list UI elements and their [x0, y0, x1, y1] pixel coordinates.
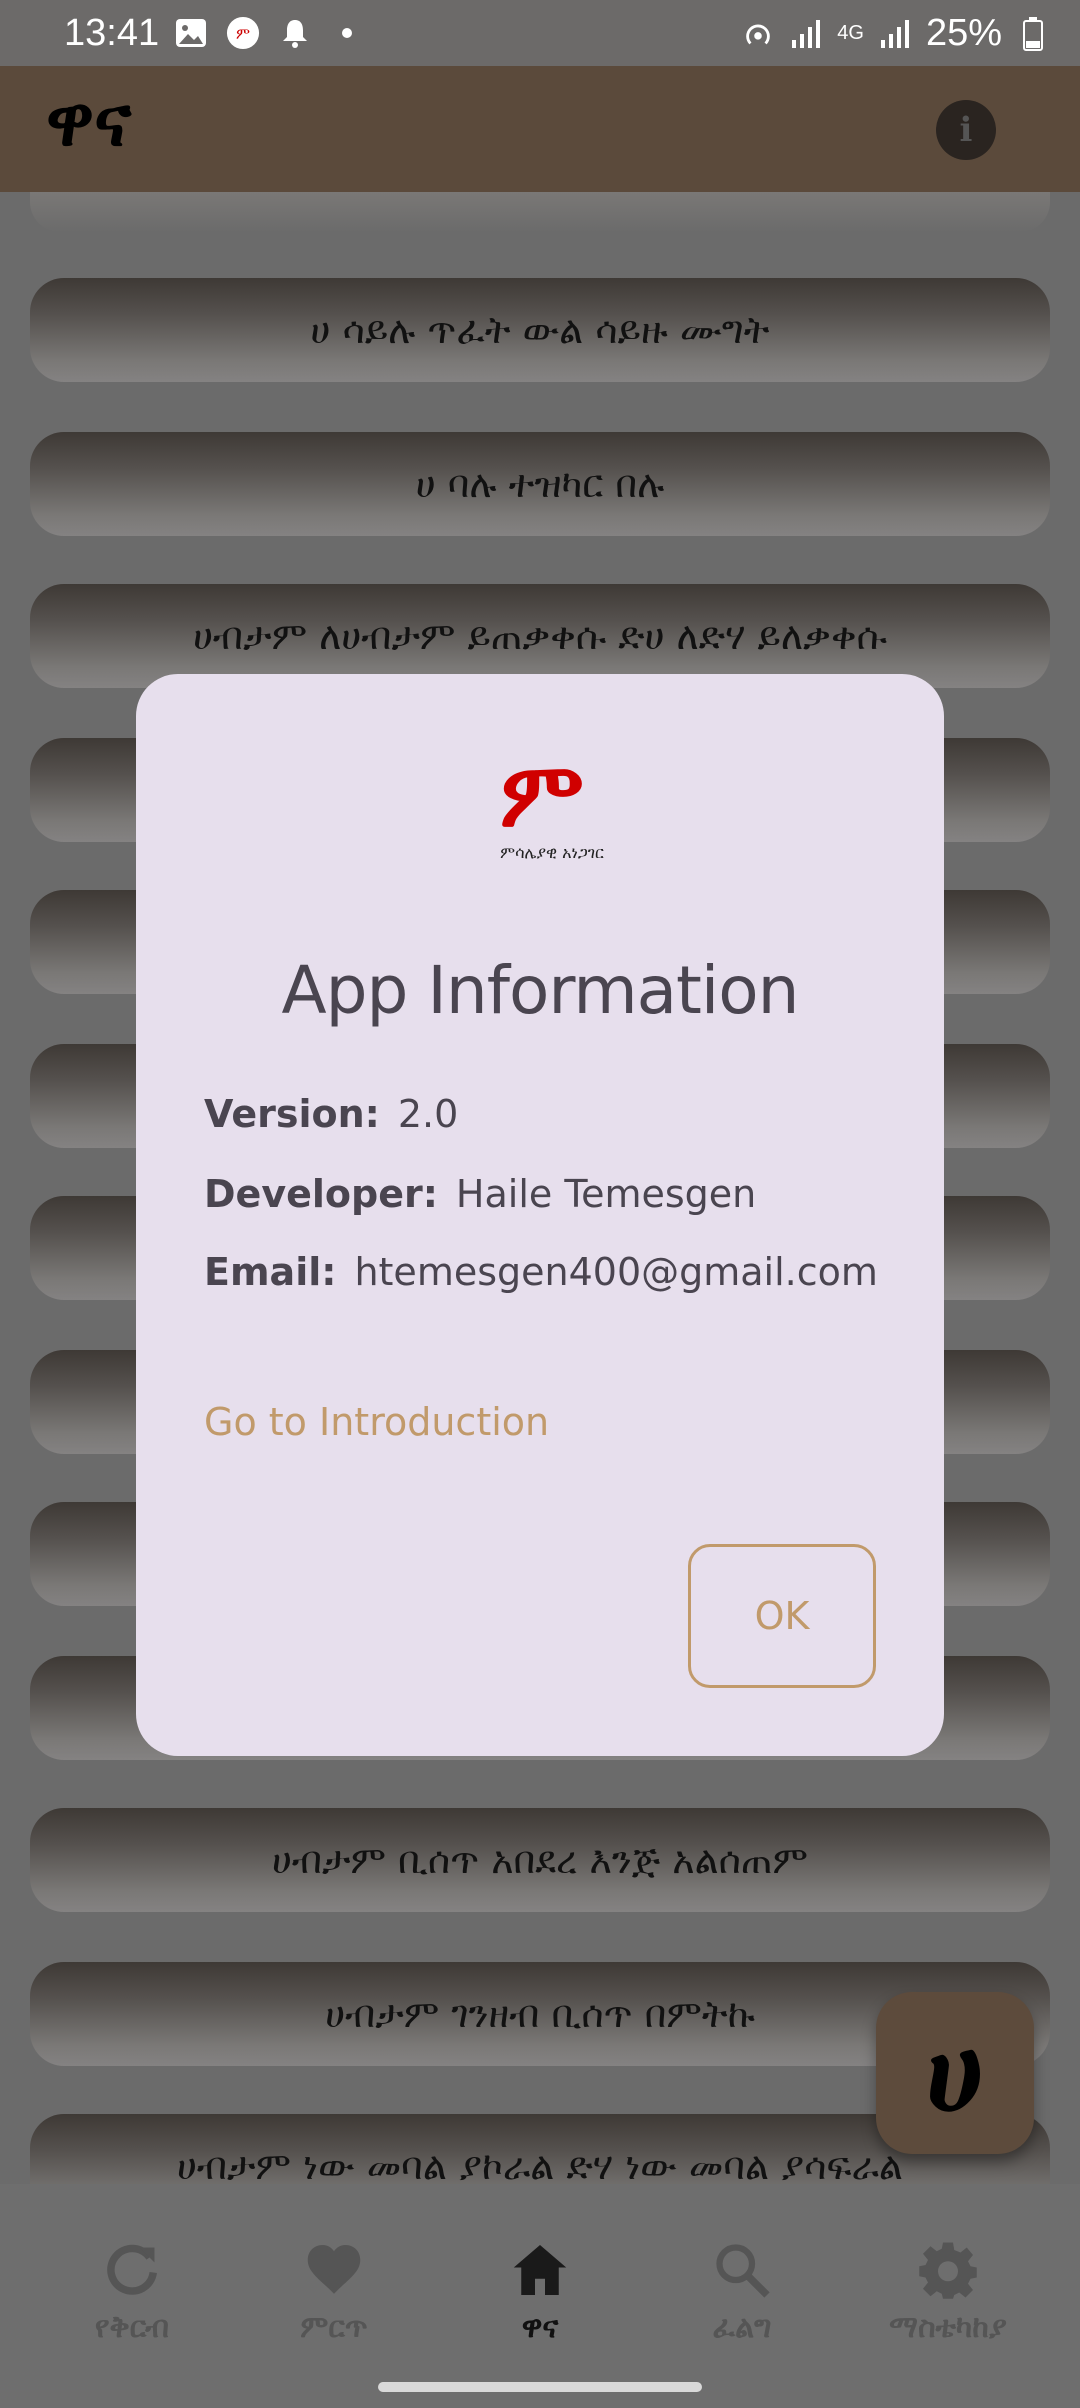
- search-icon: [716, 2244, 770, 2298]
- go-to-introduction-link[interactable]: Go to Introduction: [204, 1400, 549, 1444]
- nav-label: ማስቴካከያ: [889, 2310, 1007, 2345]
- nav-item-favorites[interactable]: ምርጥ: [234, 2240, 434, 2345]
- email-label: Email:: [204, 1250, 337, 1294]
- list-item[interactable]: ሀብታም ቢሰጥ አበደረ እንጅ አልሰጠም: [30, 1808, 1050, 1912]
- battery-icon: [1016, 16, 1050, 51]
- heart-icon: [307, 2245, 361, 2294]
- nav-item-search[interactable]: ፈልግ: [642, 2240, 842, 2345]
- nav-label: ፈልግ: [712, 2310, 772, 2345]
- gear-icon: [919, 2242, 977, 2299]
- version-value: 2.0: [397, 1092, 459, 1136]
- app-information-dialog: ም ምሳሌያዊ አነጋገር App Information Version: 2.…: [136, 674, 944, 1756]
- dot-icon: [330, 16, 364, 50]
- app-logo: ም ምሳሌያዊ አነጋገር: [500, 754, 604, 862]
- developer-row: Developer: Haile Temesgen: [204, 1172, 756, 1216]
- page-title: ዋና: [46, 80, 132, 162]
- nav-item-recent[interactable]: የቅርብ: [32, 2240, 232, 2345]
- developer-value: Haile Temesgen: [455, 1172, 757, 1216]
- dialog-title: App Information: [281, 952, 800, 1029]
- battery-percent: 25%: [925, 12, 1002, 54]
- network-type: 4G: [837, 22, 864, 44]
- email-value[interactable]: htemesgen400@gmail.com: [354, 1250, 877, 1294]
- list-item-partial[interactable]: [30, 192, 1050, 232]
- nav-item-home[interactable]: ዋና: [440, 2240, 640, 2345]
- home-indicator[interactable]: [378, 2382, 702, 2392]
- email-row: Email: htemesgen400@gmail.com: [204, 1250, 878, 1294]
- info-icon[interactable]: i: [936, 100, 996, 160]
- nav-label: ምርጥ: [300, 2310, 368, 2345]
- alphabet-fab-button[interactable]: ሀ: [876, 1992, 1034, 2154]
- signal-icon: [789, 17, 823, 51]
- svg-text:ምሳሌያዊ አነጋገር: ምሳሌያዊ አነጋገር: [500, 843, 604, 862]
- home-icon: [513, 2245, 567, 2295]
- status-bar: 13:41 ም 4G 25%: [0, 0, 1080, 66]
- gallery-icon: [174, 16, 208, 50]
- version-row: Version: 2.0: [204, 1092, 458, 1136]
- list-item[interactable]: ሀ ሳይሉ ጥፈት ውል ሳይዙ ሙግት: [30, 278, 1050, 382]
- system-icons: 4G 25%: [741, 12, 1050, 55]
- svg-text:ም: ም: [236, 25, 250, 43]
- nav-item-settings[interactable]: ማስቴካከያ: [848, 2240, 1048, 2345]
- bell-icon: [278, 16, 312, 50]
- list-item[interactable]: ሀብታም ለሀብታም ይጠቃቀሱ ድሀ ለድሃ ይለቃቀሱ: [30, 584, 1050, 688]
- developer-label: Developer:: [204, 1172, 438, 1216]
- hotspot-icon: [741, 17, 775, 51]
- ok-button[interactable]: OK: [688, 1544, 876, 1688]
- app-logo-icon: ም: [226, 16, 260, 50]
- list-item[interactable]: ሀ ባሉ ተዝካር በሉ: [30, 432, 1050, 536]
- version-label: Version:: [204, 1092, 380, 1136]
- refresh-icon: [107, 2244, 157, 2295]
- svg-text:ም: ም: [500, 754, 584, 848]
- status-time: 13:41: [64, 12, 160, 54]
- app-bar: ዋና i: [0, 66, 1080, 192]
- signal-icon-2: [878, 17, 912, 51]
- nav-label: ዋና: [521, 2310, 559, 2345]
- nav-label: የቅርብ: [94, 2310, 170, 2345]
- notification-icons: ም: [174, 16, 364, 50]
- bottom-navigation: የቅርብ ምርጥ ዋና ፈልግ ማስቴካከያ: [0, 2184, 1080, 2408]
